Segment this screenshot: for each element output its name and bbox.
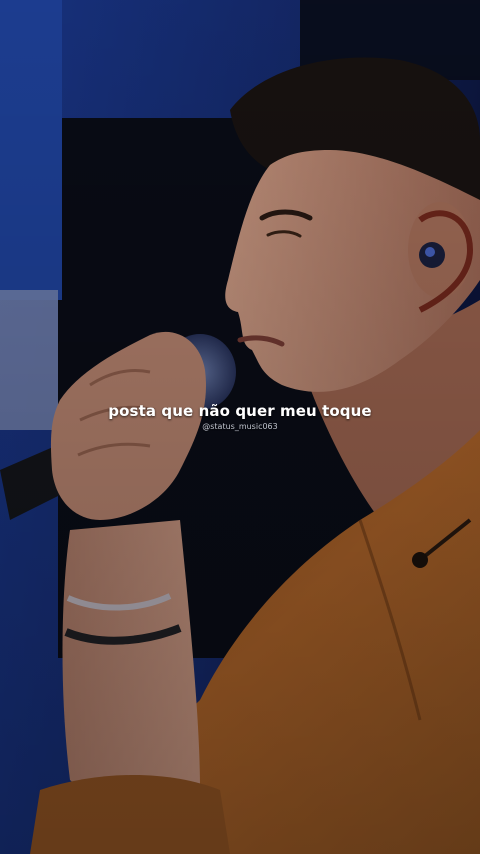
watermark-handle: @status_music063: [202, 422, 278, 431]
video-frame[interactable]: posta que não quer meu toque @status_mus…: [0, 0, 480, 854]
lyric-caption: posta que não quer meu toque: [108, 402, 372, 420]
